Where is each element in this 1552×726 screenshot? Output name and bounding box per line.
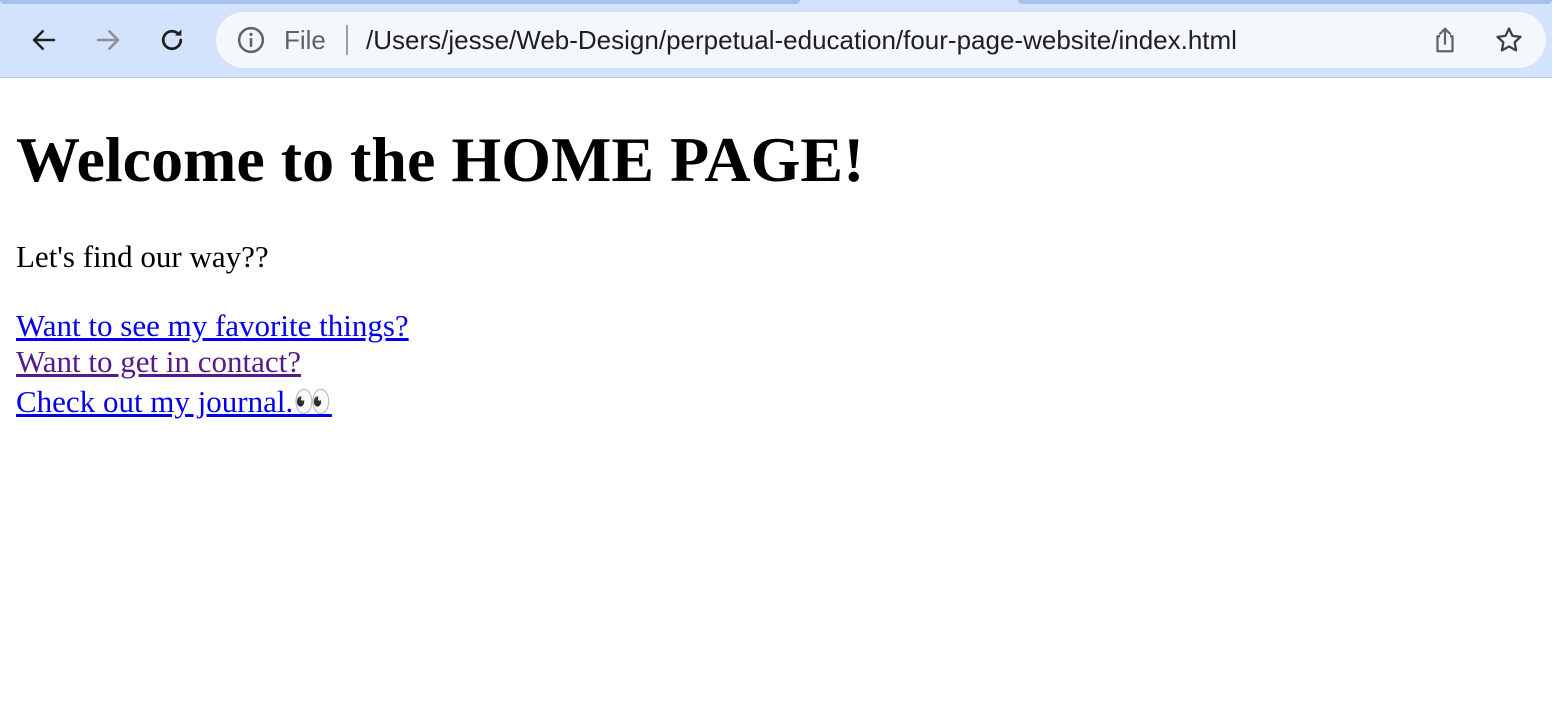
url-text[interactable]: /Users/jesse/Web-Design/perpetual-educat… — [366, 24, 1237, 56]
star-icon[interactable] — [1494, 25, 1524, 55]
reload-icon — [161, 29, 183, 51]
back-button[interactable] — [22, 18, 66, 62]
address-bar[interactable]: File /Users/jesse/Web-Design/perpetual-e… — [216, 12, 1546, 68]
omnibox-divider — [346, 25, 348, 55]
contact-link[interactable]: Want to get in contact? — [16, 343, 301, 381]
forward-arrow-icon — [96, 30, 120, 50]
site-info-label[interactable]: File — [284, 24, 326, 56]
journal-link[interactable]: Check out my journal.👀 — [16, 383, 332, 421]
back-arrow-icon — [32, 30, 56, 50]
tab-strip-edge — [1018, 0, 1552, 4]
page-title: Welcome to the HOME PAGE! — [16, 124, 865, 195]
page-content: Welcome to the HOME PAGE! Let's find our… — [0, 78, 1552, 726]
page-intro-text: Let's find our way?? — [16, 239, 269, 274]
tab-strip-edge — [0, 0, 800, 4]
reload-button[interactable] — [150, 18, 194, 62]
favorite-things-link[interactable]: Want to see my favorite things? — [16, 307, 409, 345]
browser-toolbar: File /Users/jesse/Web-Design/perpetual-e… — [0, 0, 1552, 78]
forward-button[interactable] — [86, 18, 130, 62]
info-icon[interactable] — [236, 25, 266, 55]
share-icon[interactable] — [1430, 25, 1460, 55]
